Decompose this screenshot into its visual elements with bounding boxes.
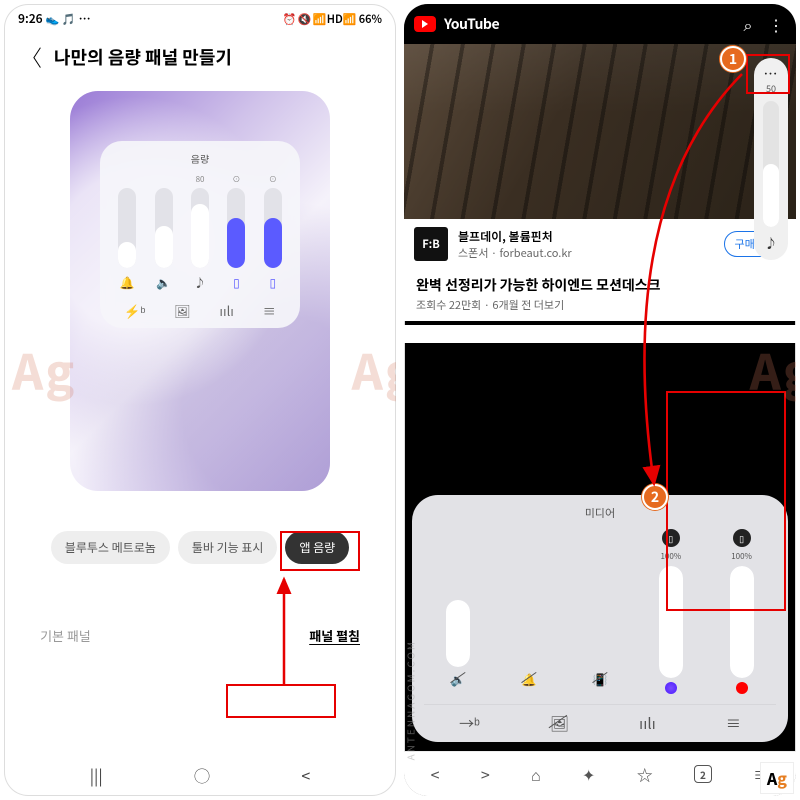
search-icon[interactable]: ⌕ — [738, 12, 758, 36]
chip-bluetooth-metronome[interactable]: 블루투스 메트로놈 — [51, 531, 170, 564]
media-slider[interactable]: 🔈 — [428, 529, 489, 694]
page-title: 나만의 음량 패널 만들기 — [54, 44, 232, 70]
app-volume-slider[interactable]: ▯ 100% — [711, 529, 772, 694]
status-bar: 9:26 👟 🎵 ⋯ ⏰ 🔇 📶 HD 📶 66% — [4, 4, 396, 29]
bluetooth-icon[interactable]: ⚡ᵇ — [124, 301, 145, 320]
volume-slider[interactable]: 🔈 — [148, 174, 178, 291]
watermark-badge: Ag — [760, 762, 794, 794]
back-button[interactable]: 〈 — [20, 41, 42, 73]
app-icon: ▯ — [270, 274, 277, 291]
nav-bookmark-icon[interactable]: ☆ — [637, 762, 653, 786]
phone-icon: ▯ — [662, 529, 680, 547]
system-navbar: ||| ◯ < — [4, 753, 396, 793]
sponsor-title: 블프데이, 볼륨핀처 — [458, 228, 572, 245]
vibrate-mute-icon: 📳 — [593, 671, 608, 688]
right-phone: YouTube ⌕ ⋮ ⋯ 50 ♪ F:B 블프데이, 볼륨핀처 스폰서 · … — [404, 4, 796, 796]
volume-popup[interactable]: ⋯ 50 ♪ — [754, 58, 788, 260]
app-youtube-icon — [736, 682, 748, 694]
equalizer-icon[interactable]: ıılı — [219, 301, 234, 320]
default-panel-link[interactable]: 기본 패널 — [40, 626, 91, 645]
sponsor-card[interactable]: F:B 블프데이, 볼륨핀처 스폰서 · forbeaut.co.kr 구매하기 — [404, 219, 796, 269]
annotation-step-1: 1 — [720, 46, 746, 72]
ring-slider[interactable]: 🔔 — [499, 529, 560, 694]
nav-home-icon[interactable]: ⌂ — [531, 762, 541, 786]
phone-icon: ▯ — [733, 529, 751, 547]
volume-slider[interactable]: 🔔 — [112, 174, 142, 291]
watermark: Ag — [12, 334, 76, 404]
volume-value: 50 — [766, 82, 776, 95]
notification-slider[interactable]: 📳 — [570, 529, 631, 694]
volume-panel-title: 음량 — [110, 151, 290, 166]
option-chip-row: 블루투스 메트로놈 툴바 기능 표시 앱 음량 — [4, 531, 396, 564]
nav-star-icon[interactable]: ✦ — [582, 762, 595, 786]
bell-mute-icon: 🔔 — [522, 671, 537, 688]
left-phone: 9:26 👟 🎵 ⋯ ⏰ 🔇 📶 HD 📶 66% 〈 나만의 음량 패널 만들… — [4, 4, 396, 796]
back-button[interactable]: < — [301, 763, 310, 787]
panel-preview: 음량 🔔 🔈 80 ♪ — [70, 91, 330, 491]
wifi-icon: 📶 — [314, 13, 326, 25]
speaker-mute-icon: 🔈 — [451, 671, 466, 688]
chip-show-toolbar[interactable]: 툴바 기능 표시 — [178, 531, 278, 564]
annotation-box — [226, 684, 336, 718]
signal-icon: 📶 — [344, 13, 356, 25]
browser-bottom-nav: < > ⌂ ✦ ☆ 2 ≡ — [404, 751, 796, 796]
second-video-strip — [404, 325, 796, 343]
video-title: 완벽 선정리가 가능한 하이엔드 모션데스크 — [416, 275, 784, 295]
page-header: 〈 나만의 음량 패널 만들기 — [4, 29, 396, 81]
settings-list-icon[interactable]: ≡ — [726, 713, 741, 734]
alarm-icon: ⏰ — [284, 13, 296, 25]
status-app-icon: 👟 — [47, 13, 59, 25]
watermark-url: ANTENNAGOM.COM — [402, 640, 417, 760]
battery-percent: 66% — [359, 11, 382, 27]
home-button[interactable]: ◯ — [194, 763, 210, 787]
volume-slider[interactable]: ⊙ ▯ — [221, 174, 251, 291]
status-app-icon: 🎵 — [63, 13, 75, 25]
volume-slider[interactable]: ⊙ ▯ — [258, 174, 288, 291]
note-icon: ♪ — [764, 233, 777, 252]
youtube-title: YouTube — [444, 14, 499, 34]
volume-popup-slider[interactable] — [763, 101, 779, 227]
app-volume-slider[interactable]: ▯ 100% — [640, 529, 701, 694]
nav-back-icon[interactable]: < — [431, 762, 440, 786]
status-more-icon: ⋯ — [79, 10, 91, 27]
sponsor-meta: 스폰서 · forbeaut.co.kr — [458, 245, 572, 261]
sponsor-avatar: F:B — [414, 227, 448, 261]
video-meta: 조회수 22만회 · 6개월 전 더보기 — [416, 297, 784, 313]
expanded-volume-panel: 미디어 60 🔈 🔔 📳 ▯ — [412, 495, 788, 742]
video-info[interactable]: 완벽 선정리가 가능한 하이엔드 모션데스크 조회수 22만회 · 6개월 전 … — [404, 269, 796, 321]
media-output-icon[interactable]: 🖼 — [550, 713, 569, 734]
note-icon: ♪ — [194, 274, 206, 291]
expanded-panel-title: 미디어 — [424, 505, 776, 521]
volume-slider[interactable]: 80 ♪ — [185, 174, 215, 291]
watermark: Ag — [352, 334, 396, 404]
bluetooth-forward-icon[interactable]: →ᵇ — [459, 713, 480, 734]
panel-toolbar: ⚡ᵇ 🖼 ıılı ≡ — [110, 301, 290, 320]
nav-forward-icon[interactable]: > — [481, 762, 490, 786]
hd-icon: HD — [329, 13, 341, 25]
equalizer-icon[interactable]: ıılı — [639, 713, 656, 734]
watermark: Ag — [750, 334, 796, 404]
volume-popup-more-icon[interactable]: ⋯ — [764, 64, 779, 84]
more-menu-icon[interactable]: ⋮ — [766, 12, 786, 36]
media-output-icon[interactable]: 🖼 — [174, 301, 191, 320]
speaker-icon: 🔈 — [156, 274, 171, 291]
youtube-logo-icon[interactable] — [414, 16, 436, 32]
bell-icon: 🔔 — [120, 274, 135, 291]
nav-tabs-button[interactable]: 2 — [694, 765, 712, 783]
volume-panel: 음량 🔔 🔈 80 ♪ — [100, 141, 300, 328]
expand-panel-link[interactable]: 패널 펼침 — [309, 626, 360, 645]
status-time: 9:26 — [18, 10, 43, 27]
annotation-step-2: 2 — [642, 484, 668, 510]
chip-app-volume[interactable]: 앱 음량 — [285, 531, 349, 564]
app-icon: ▯ — [233, 274, 240, 291]
app-browser-icon — [665, 682, 677, 694]
youtube-topbar: YouTube ⌕ ⋮ — [404, 4, 796, 44]
mute-icon: 🔇 — [299, 13, 311, 25]
recents-button[interactable]: ||| — [90, 763, 103, 787]
settings-list-icon[interactable]: ≡ — [263, 301, 276, 320]
